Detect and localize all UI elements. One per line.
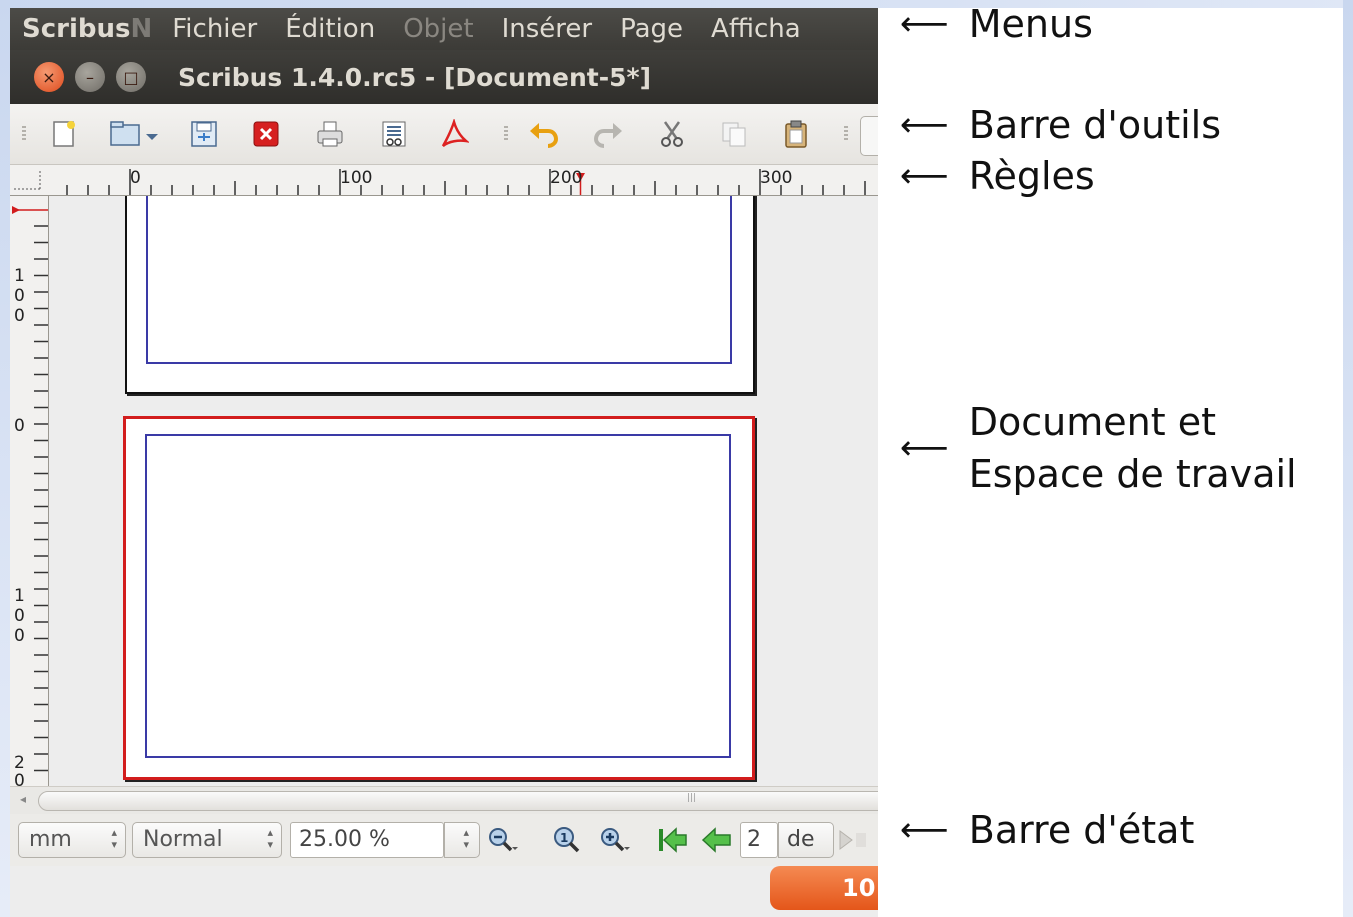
- paste-icon[interactable]: [780, 118, 812, 150]
- annotation-statusbar-label: Barre d'état: [968, 808, 1195, 852]
- document-workspace[interactable]: [49, 196, 878, 786]
- scrollbar-grip-icon: |||: [687, 793, 697, 803]
- zoom-in-icon[interactable]: [598, 824, 632, 856]
- unit-select-spin-icon: ▴ ▾: [111, 826, 117, 851]
- vertical-ruler[interactable]: 100 0 100 20: [10, 196, 49, 790]
- page-2-selected[interactable]: [123, 416, 755, 780]
- title-bar: × – □ Scribus 1.4.0.rc5 - [Document-5*]: [10, 50, 878, 104]
- zoom-input[interactable]: 25.00 %: [290, 822, 444, 858]
- first-page-icon[interactable]: [656, 824, 690, 856]
- new-document-icon[interactable]: [48, 118, 80, 150]
- copy-icon[interactable]: [718, 118, 750, 150]
- background-top: [0, 0, 1353, 8]
- window-minimize-button[interactable]: –: [75, 62, 105, 92]
- page-indicator-button[interactable]: 10: [770, 866, 878, 910]
- background-left: [0, 0, 10, 917]
- next-page-icon[interactable]: [836, 824, 870, 856]
- menu-inserer[interactable]: Insérer: [502, 14, 593, 44]
- zoom-stepper-icon: ▴ ▾: [463, 826, 469, 851]
- page-1[interactable]: [125, 196, 755, 394]
- vruler-label-100b: 100: [14, 586, 25, 646]
- undo-icon[interactable]: [528, 118, 560, 150]
- page-1-margin-guides: [146, 196, 732, 364]
- cut-icon[interactable]: [656, 118, 688, 150]
- annotation-menus-label: Menus: [968, 2, 1093, 46]
- open-document-icon[interactable]: [108, 118, 162, 150]
- mode-select-value: Normal: [143, 827, 223, 852]
- export-pdf-icon[interactable]: [438, 118, 470, 150]
- annotation-toolbar: ⟵ Barre d'outils: [900, 103, 1221, 147]
- mode-select-spin-icon: ▴ ▾: [267, 826, 273, 851]
- annotation-rulers-label: Règles: [968, 154, 1095, 198]
- menu-edition[interactable]: Édition: [285, 14, 375, 44]
- horizontal-scrollbar[interactable]: ◂ |||: [10, 786, 878, 815]
- print-icon[interactable]: [314, 118, 346, 150]
- toolbar-grip-3[interactable]: [844, 126, 848, 142]
- menu-page[interactable]: Page: [620, 14, 683, 44]
- annotation-document-label-1: Document et: [968, 400, 1216, 444]
- annotation-document: ⟵ Document et Espace de travail: [900, 396, 1297, 500]
- redo-icon[interactable]: [592, 118, 624, 150]
- menu-app[interactable]: ScribusN: [22, 14, 152, 44]
- scroll-left-icon[interactable]: ◂: [20, 792, 26, 806]
- background-right: [1343, 0, 1353, 917]
- close-document-icon[interactable]: [250, 118, 282, 150]
- scrollbar-thumb[interactable]: |||: [38, 791, 878, 811]
- arrow-icon: ⟵: [900, 810, 949, 850]
- page-number-input[interactable]: 2: [740, 822, 778, 858]
- menu-bar: ScribusN Fichier Édition Objet Insérer P…: [10, 8, 878, 50]
- window-title: Scribus 1.4.0.rc5 - [Document-5*]: [178, 63, 651, 92]
- arrow-icon: ⟵: [900, 156, 949, 196]
- zoom-stepper[interactable]: ▴ ▾: [444, 822, 480, 858]
- toolbar-grip[interactable]: [22, 126, 26, 142]
- horizontal-ruler[interactable]: 0 100 200 300: [10, 165, 878, 196]
- unit-select[interactable]: mm ▴ ▾: [18, 822, 126, 858]
- toolbar-combo[interactable]: [860, 116, 878, 156]
- ruler-label-200: 200: [550, 168, 583, 188]
- vruler-label-0: 0: [14, 416, 25, 436]
- vruler-label-200: 20: [14, 753, 25, 791]
- annotation-toolbar-label: Barre d'outils: [968, 103, 1222, 147]
- toolbar: [10, 104, 878, 165]
- annotation-rulers: ⟵ Règles: [900, 154, 1095, 198]
- toolbar-grip-2[interactable]: [504, 126, 508, 142]
- menu-affichage[interactable]: Afficha: [711, 14, 801, 44]
- svg-text:1: 1: [560, 831, 568, 845]
- zoom-out-icon[interactable]: [486, 824, 520, 856]
- annotation-document-label-2: Espace de travail: [968, 452, 1297, 496]
- menu-fichier[interactable]: Fichier: [172, 14, 257, 44]
- menu-objet[interactable]: Objet: [403, 14, 473, 44]
- vruler-label-100a: 100: [14, 266, 25, 326]
- window-maximize-button[interactable]: □: [116, 62, 146, 92]
- page-of-label: de: [778, 822, 834, 858]
- status-bar: mm ▴ ▾ Normal ▴ ▾ 25.00 % ▴ ▾ 1 2 de: [10, 814, 878, 866]
- zoom-100-icon[interactable]: 1: [550, 824, 584, 856]
- annotation-menus: ⟵ Menus: [900, 2, 1093, 46]
- ruler-label-0: 0: [130, 168, 141, 188]
- window-close-button[interactable]: ×: [34, 62, 64, 92]
- mode-select[interactable]: Normal ▴ ▾: [132, 822, 282, 858]
- save-icon[interactable]: [188, 118, 220, 150]
- page-2-margin-guides: [145, 434, 731, 758]
- arrow-icon: ⟵: [900, 4, 949, 44]
- ruler-label-100: 100: [340, 168, 373, 188]
- scribus-window: ScribusN Fichier Édition Objet Insérer P…: [10, 8, 878, 917]
- unit-select-value: mm: [29, 827, 72, 852]
- arrow-icon: ⟵: [900, 105, 949, 145]
- previous-page-icon[interactable]: [700, 824, 734, 856]
- preflight-icon[interactable]: [378, 118, 410, 150]
- arrow-icon: ⟵: [900, 428, 949, 468]
- annotation-statusbar: ⟵ Barre d'état: [900, 808, 1194, 852]
- ruler-label-300: 300: [760, 168, 793, 188]
